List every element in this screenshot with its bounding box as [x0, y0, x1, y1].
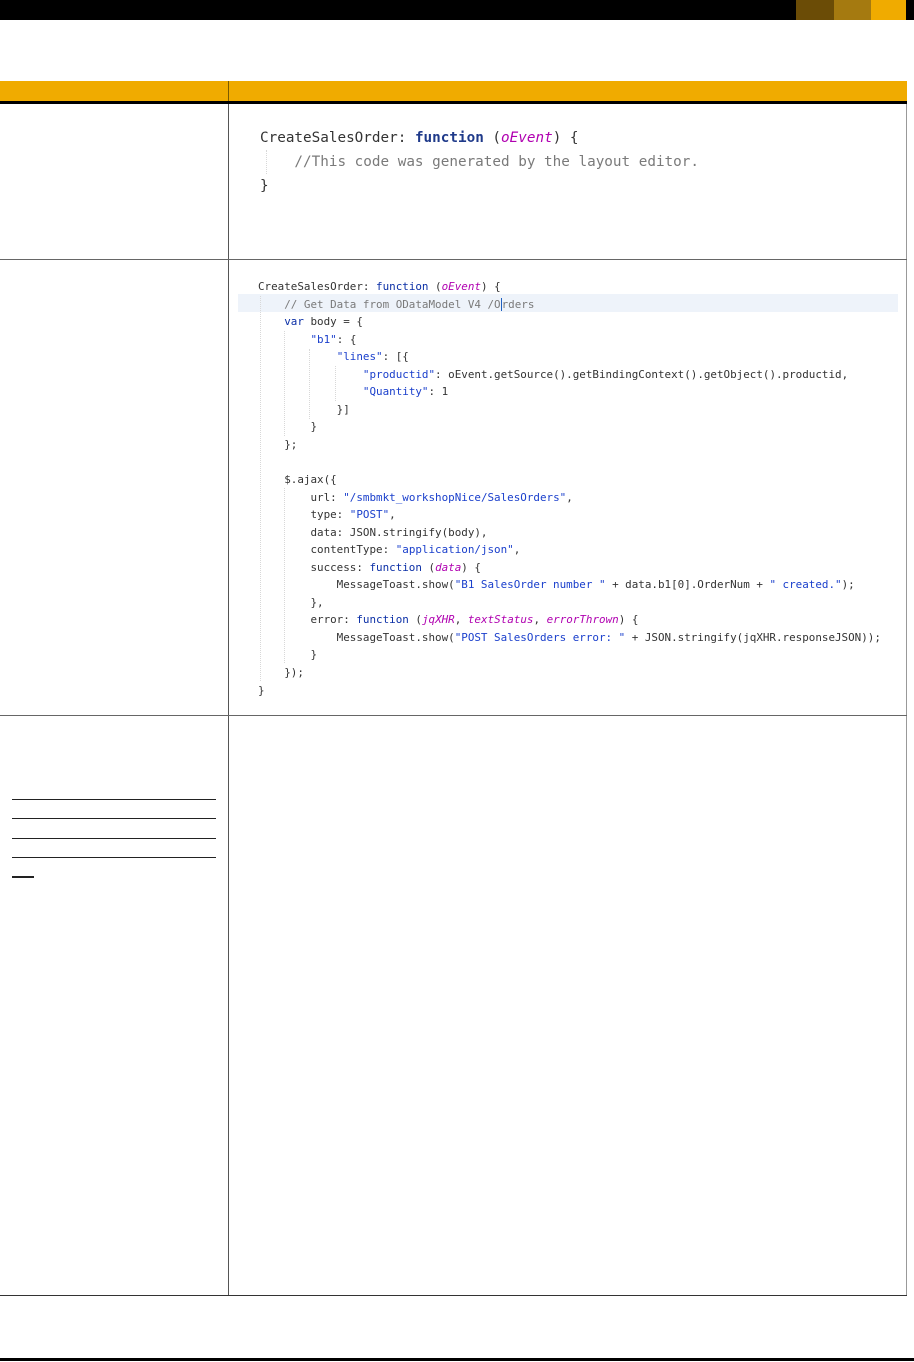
table-row-separator [0, 259, 907, 260]
code-line: type: "POST", [258, 508, 396, 522]
code-line: }; [258, 437, 298, 451]
code-line: contentType: "application/json", [258, 543, 521, 557]
code-snippet-createsalesorder: CreateSalesOrder: function (oEvent) { //… [258, 278, 881, 699]
code-line: var body = { [284, 315, 363, 329]
table-column-divider [228, 104, 229, 1296]
code-line: success: function (data) { [258, 560, 481, 574]
left-cell-line [12, 838, 216, 839]
page-footer-line [0, 1358, 914, 1361]
code-line: "Quantity": 1 [362, 385, 449, 399]
code-line: "productid": oEvent.getSource().getBindi… [362, 367, 849, 381]
header-accent-light [871, 0, 906, 20]
code-line: }, [258, 595, 324, 609]
code-line: } [260, 178, 269, 194]
code-line: }] [258, 402, 350, 416]
code-line: url: "/smbmkt_workshopNice/SalesOrders", [258, 490, 573, 504]
code-line: } [258, 420, 318, 434]
code-line: //This code was generated by the layout … [260, 154, 699, 170]
code-line: // Get Data from ODataModel V4 /Orders [258, 297, 535, 312]
page-header-bar [0, 0, 914, 20]
table-bottom-border [0, 1295, 907, 1296]
left-cell-line [12, 799, 216, 800]
code-line: data: JSON.stringify(body), [258, 525, 488, 539]
code-line: }); [258, 666, 304, 680]
code-line: $.ajax({ [258, 473, 337, 487]
code-snippet-generated: CreateSalesOrder: function (oEvent) { //… [260, 126, 699, 198]
header-accent-dark [796, 0, 834, 20]
code-line: CreateSalesOrder: function (oEvent) { [258, 280, 501, 293]
table-header-divider [228, 81, 229, 101]
left-cell-line [12, 857, 216, 858]
code-line: error: function (jqXHR, textStatus, erro… [258, 613, 639, 627]
code-line: "lines": [{ [336, 350, 409, 364]
table-header-row [0, 81, 907, 101]
code-line: } [258, 648, 318, 662]
code-line: } [258, 683, 265, 697]
code-line: "b1": { [310, 332, 357, 346]
left-cell-line [12, 818, 216, 819]
code-line: MessageToast.show("B1 SalesOrder number … [258, 578, 855, 592]
left-cell-line-short [12, 876, 34, 878]
table-row-separator [0, 715, 907, 716]
code-line: CreateSalesOrder: function (oEvent) { [260, 130, 579, 146]
table-right-border [906, 104, 907, 1296]
code-line: MessageToast.show("POST SalesOrders erro… [258, 630, 881, 644]
table-header-underline [0, 101, 907, 104]
header-accent-mid [834, 0, 871, 20]
